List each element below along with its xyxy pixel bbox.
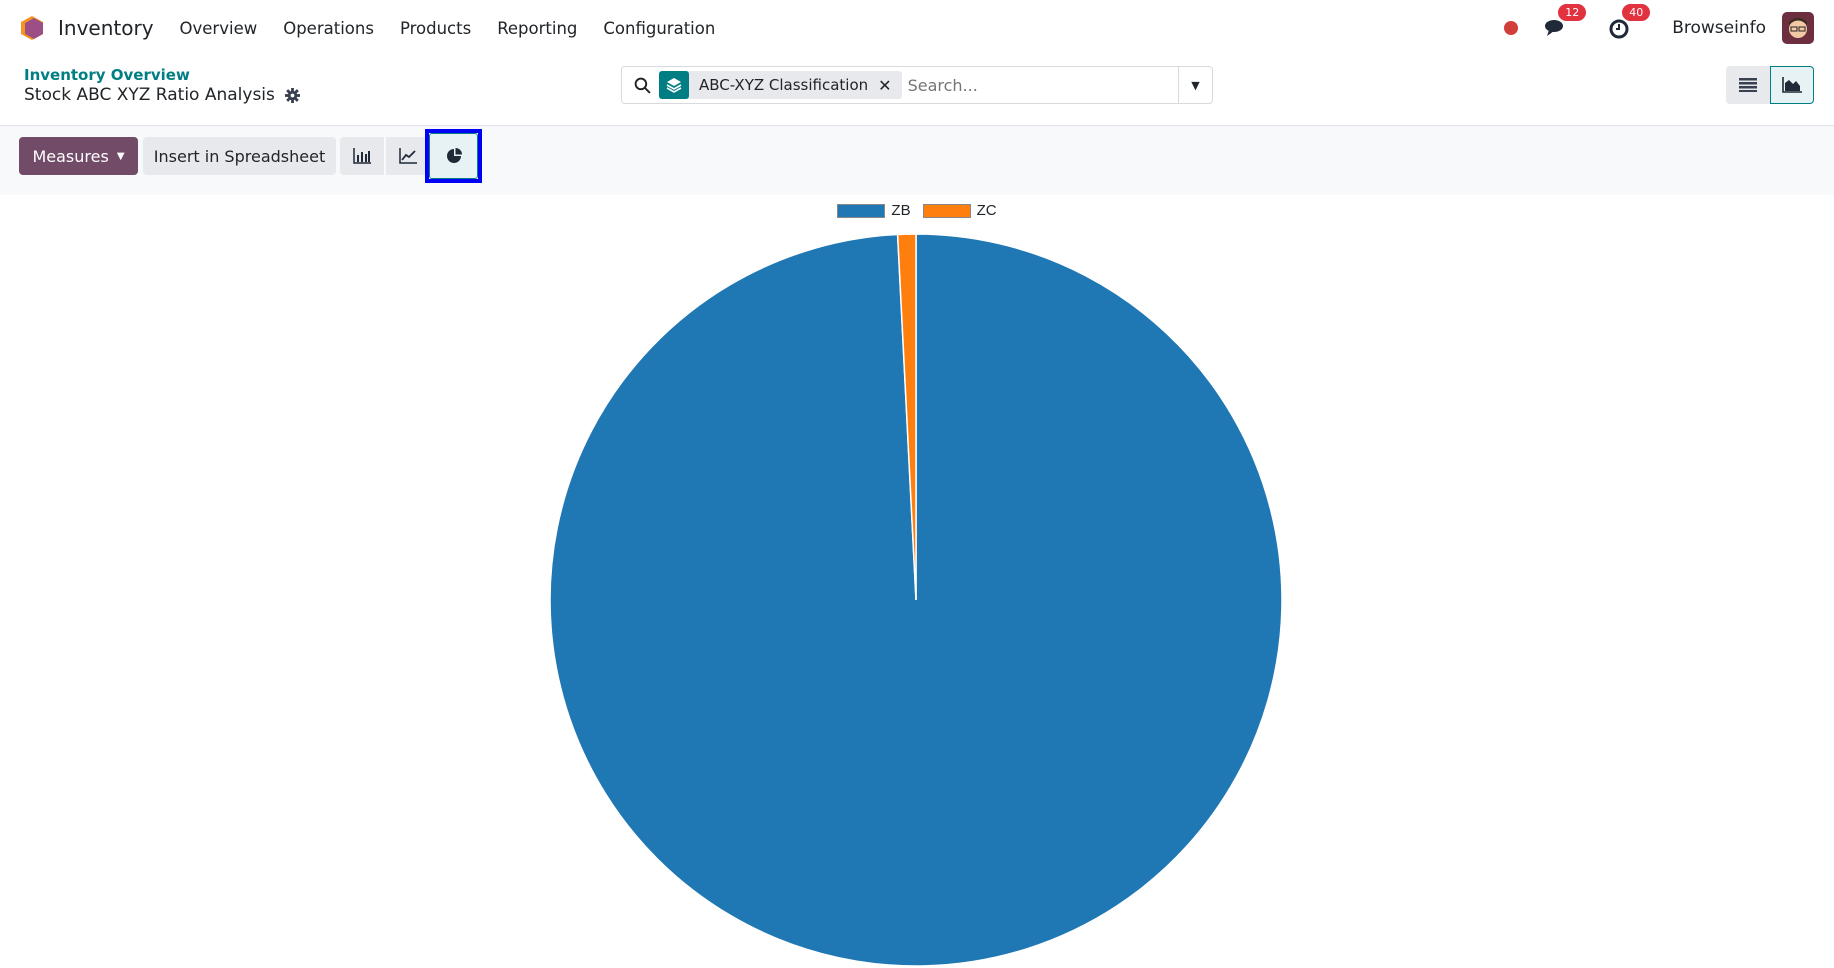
pie-chart bbox=[549, 233, 1283, 967]
